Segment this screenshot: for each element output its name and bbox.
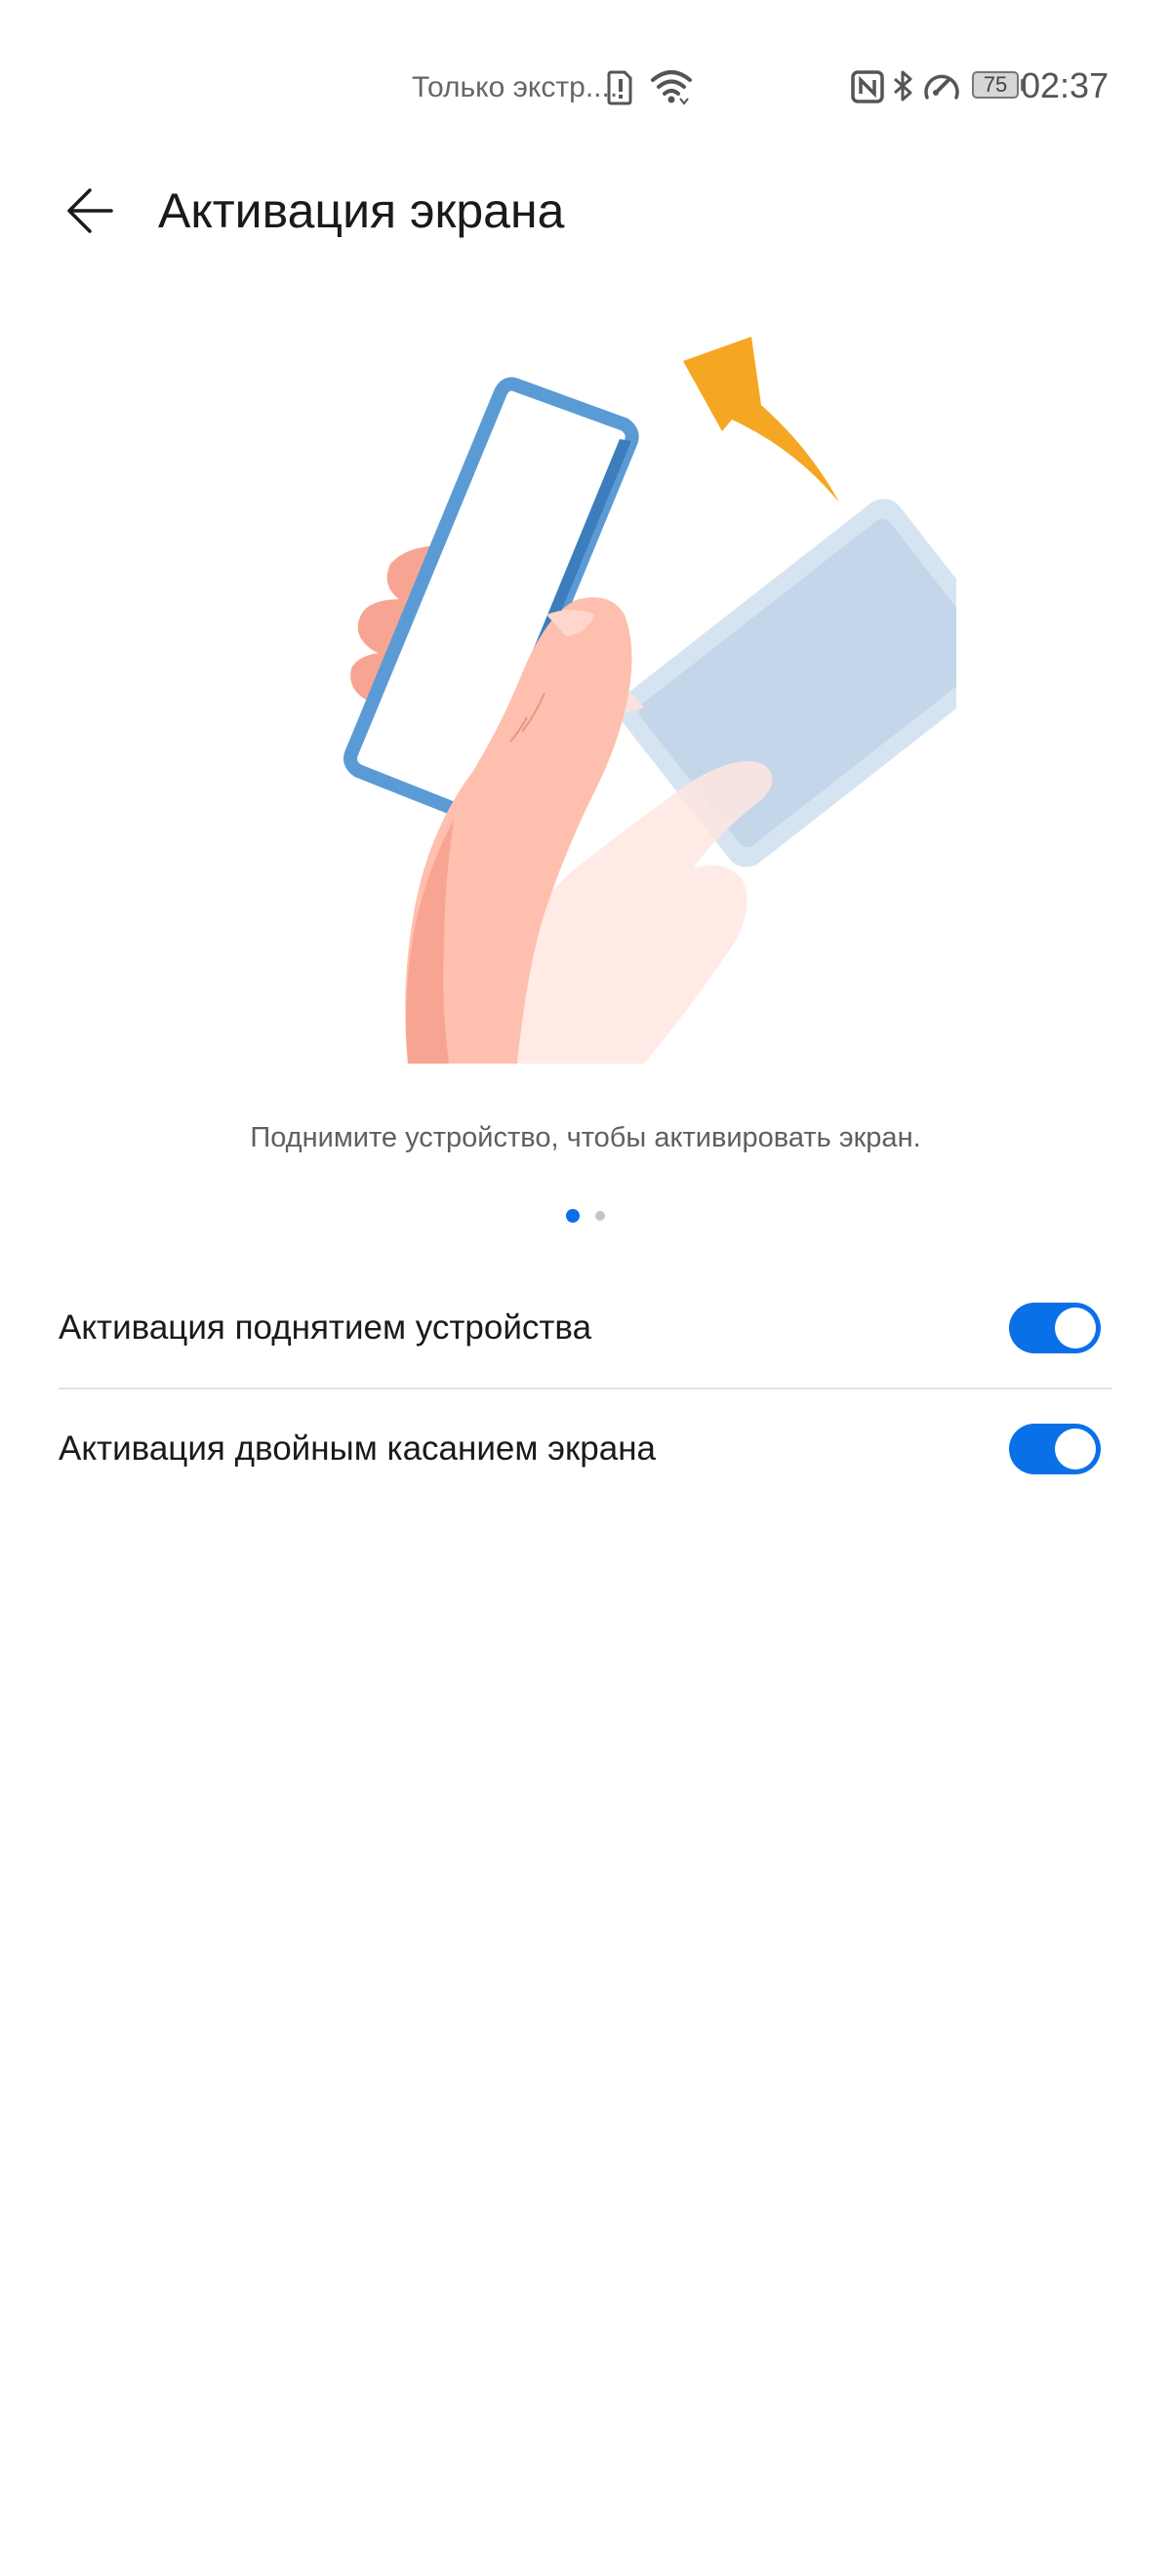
battery-level: 75 xyxy=(983,72,1008,97)
gesture-description: Поднимите устройство, чтобы активировать… xyxy=(250,1122,921,1153)
speedometer-icon xyxy=(924,74,959,100)
setting-label: Активация поднятием устройства xyxy=(59,1308,592,1347)
toggle-knob xyxy=(1055,1308,1096,1348)
app-header: Активация экрана xyxy=(0,172,1171,250)
sim-alert-icon xyxy=(607,70,632,105)
raise-to-wake-illustration xyxy=(343,337,956,1064)
setting-double-tap[interactable]: Активация двойным касанием экрана xyxy=(59,1389,1112,1509)
toggle-knob xyxy=(1055,1429,1096,1469)
wifi-icon xyxy=(651,70,692,105)
back-button[interactable] xyxy=(47,172,133,250)
page-title: Активация экрана xyxy=(158,183,565,238)
double-tap-toggle[interactable] xyxy=(1009,1424,1101,1474)
raise-to-wake-toggle[interactable] xyxy=(1009,1303,1101,1353)
setting-raise-to-wake[interactable]: Активация поднятием устройства xyxy=(59,1268,1112,1388)
page-dot-1[interactable] xyxy=(566,1209,580,1223)
carrier-label: Только экстр.... xyxy=(412,71,619,103)
curved-arrow xyxy=(683,337,839,503)
setting-label: Активация двойным касанием экрана xyxy=(59,1429,657,1468)
bluetooth-icon xyxy=(894,70,912,101)
settings-list: Активация поднятием устройства Активация… xyxy=(59,1268,1112,1509)
page-indicator xyxy=(0,1206,1171,1226)
nfc-icon xyxy=(851,70,884,103)
page-dot-2[interactable] xyxy=(595,1211,605,1221)
arrow-left-icon xyxy=(67,188,113,233)
status-bar: Только экстр.... 75 02:37 xyxy=(0,0,1171,172)
clock: 02:37 xyxy=(1021,65,1110,105)
